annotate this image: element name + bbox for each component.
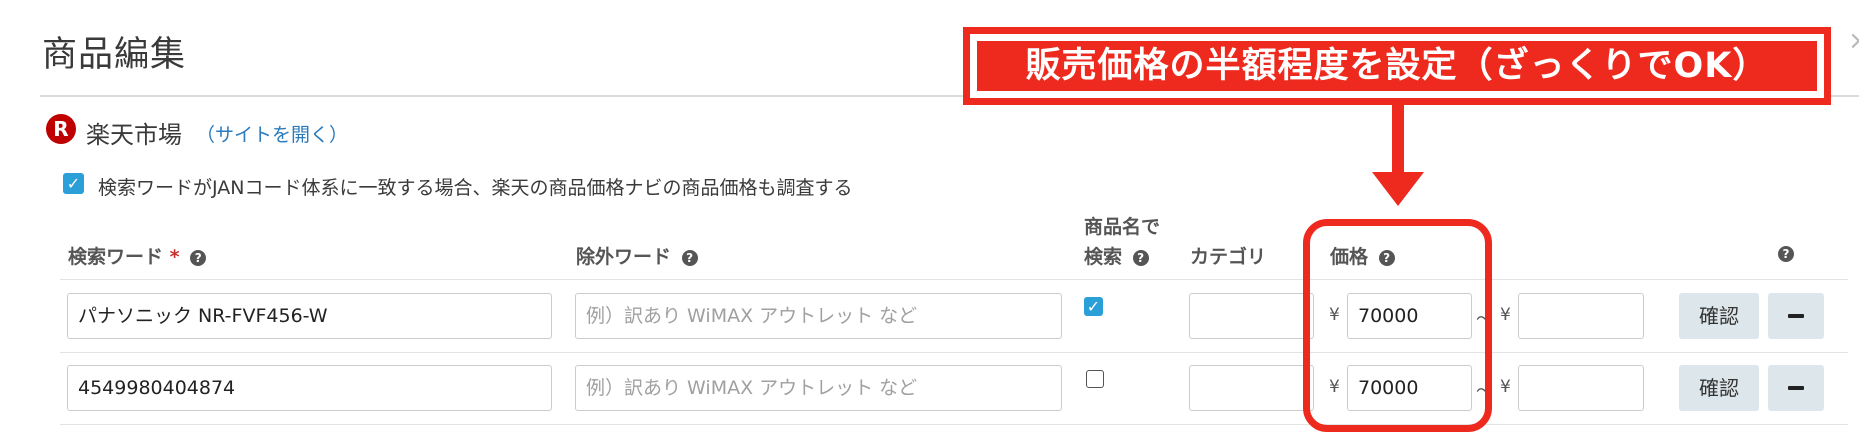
column-label: 検索ワード bbox=[68, 246, 164, 268]
column-label: 商品名で bbox=[1084, 216, 1161, 238]
help-icon[interactable]: ? bbox=[1778, 245, 1794, 262]
close-icon[interactable]: × bbox=[1848, 26, 1859, 56]
jan-checkbox[interactable]: ✓ bbox=[63, 173, 84, 194]
currency-symbol: ¥ bbox=[1500, 305, 1511, 325]
column-header-search-word: 検索ワード * ? bbox=[68, 242, 207, 269]
column-label: 検索 bbox=[1084, 246, 1123, 268]
search-by-name-checkbox[interactable] bbox=[1086, 370, 1104, 388]
column-header-exclude-word: 除外ワード ? bbox=[576, 242, 698, 269]
column-header-actions: ? bbox=[1774, 242, 1794, 264]
remove-row-button[interactable] bbox=[1768, 293, 1824, 339]
annotation-arrow-head-icon bbox=[1372, 172, 1424, 206]
help-icon[interactable]: ? bbox=[1132, 249, 1149, 266]
minus-icon bbox=[1788, 386, 1804, 390]
exclude-word-input[interactable]: 例）訳あり WiMAX アウトレット など bbox=[575, 293, 1062, 339]
confirm-button[interactable]: 確認 bbox=[1679, 293, 1759, 339]
annotation-banner-text: 販売価格の半額程度を設定（ざっくりでOK） bbox=[977, 41, 1817, 91]
exclude-word-input[interactable]: 例）訳あり WiMAX アウトレット など bbox=[575, 365, 1062, 411]
required-mark: * bbox=[169, 246, 180, 268]
jan-checkbox-label: 検索ワードがJANコード体系に一致する場合、楽天の商品価格ナビの商品価格も調査す… bbox=[98, 177, 853, 199]
page-title: 商品編集 bbox=[42, 35, 187, 75]
minus-icon bbox=[1788, 314, 1804, 318]
annotation-banner: 販売価格の半額程度を設定（ざっくりでOK） bbox=[963, 27, 1831, 105]
open-site-link[interactable]: （サイトを開く） bbox=[196, 120, 348, 147]
table-divider bbox=[60, 279, 1848, 280]
search-by-name-checkbox[interactable]: ✓ bbox=[1084, 297, 1103, 316]
remove-row-button[interactable] bbox=[1768, 365, 1824, 411]
help-icon[interactable]: ? bbox=[190, 249, 207, 266]
help-icon[interactable]: ? bbox=[681, 249, 698, 266]
rakuten-logo-icon: R bbox=[46, 114, 76, 144]
column-label: 除外ワード bbox=[576, 246, 672, 268]
annotation-arrow bbox=[1392, 104, 1404, 178]
price-max-input[interactable] bbox=[1518, 365, 1644, 411]
column-header-category: カテゴリ bbox=[1190, 246, 1267, 268]
table-divider bbox=[60, 424, 1848, 425]
store-name: 楽天市場 bbox=[86, 121, 182, 149]
price-max-input[interactable] bbox=[1518, 293, 1644, 339]
category-select[interactable] bbox=[1189, 293, 1314, 339]
table-divider bbox=[60, 352, 1848, 353]
search-word-input[interactable]: 4549980404874 bbox=[67, 365, 552, 411]
column-header-search-by-name: 商品名で 検索 ? bbox=[1084, 212, 1160, 272]
confirm-button[interactable]: 確認 bbox=[1679, 365, 1759, 411]
category-select[interactable] bbox=[1189, 365, 1314, 411]
annotation-highlight-box bbox=[1303, 219, 1492, 432]
currency-symbol: ¥ bbox=[1500, 377, 1511, 397]
search-word-input[interactable]: パナソニック NR-FVF456-W bbox=[67, 293, 552, 339]
